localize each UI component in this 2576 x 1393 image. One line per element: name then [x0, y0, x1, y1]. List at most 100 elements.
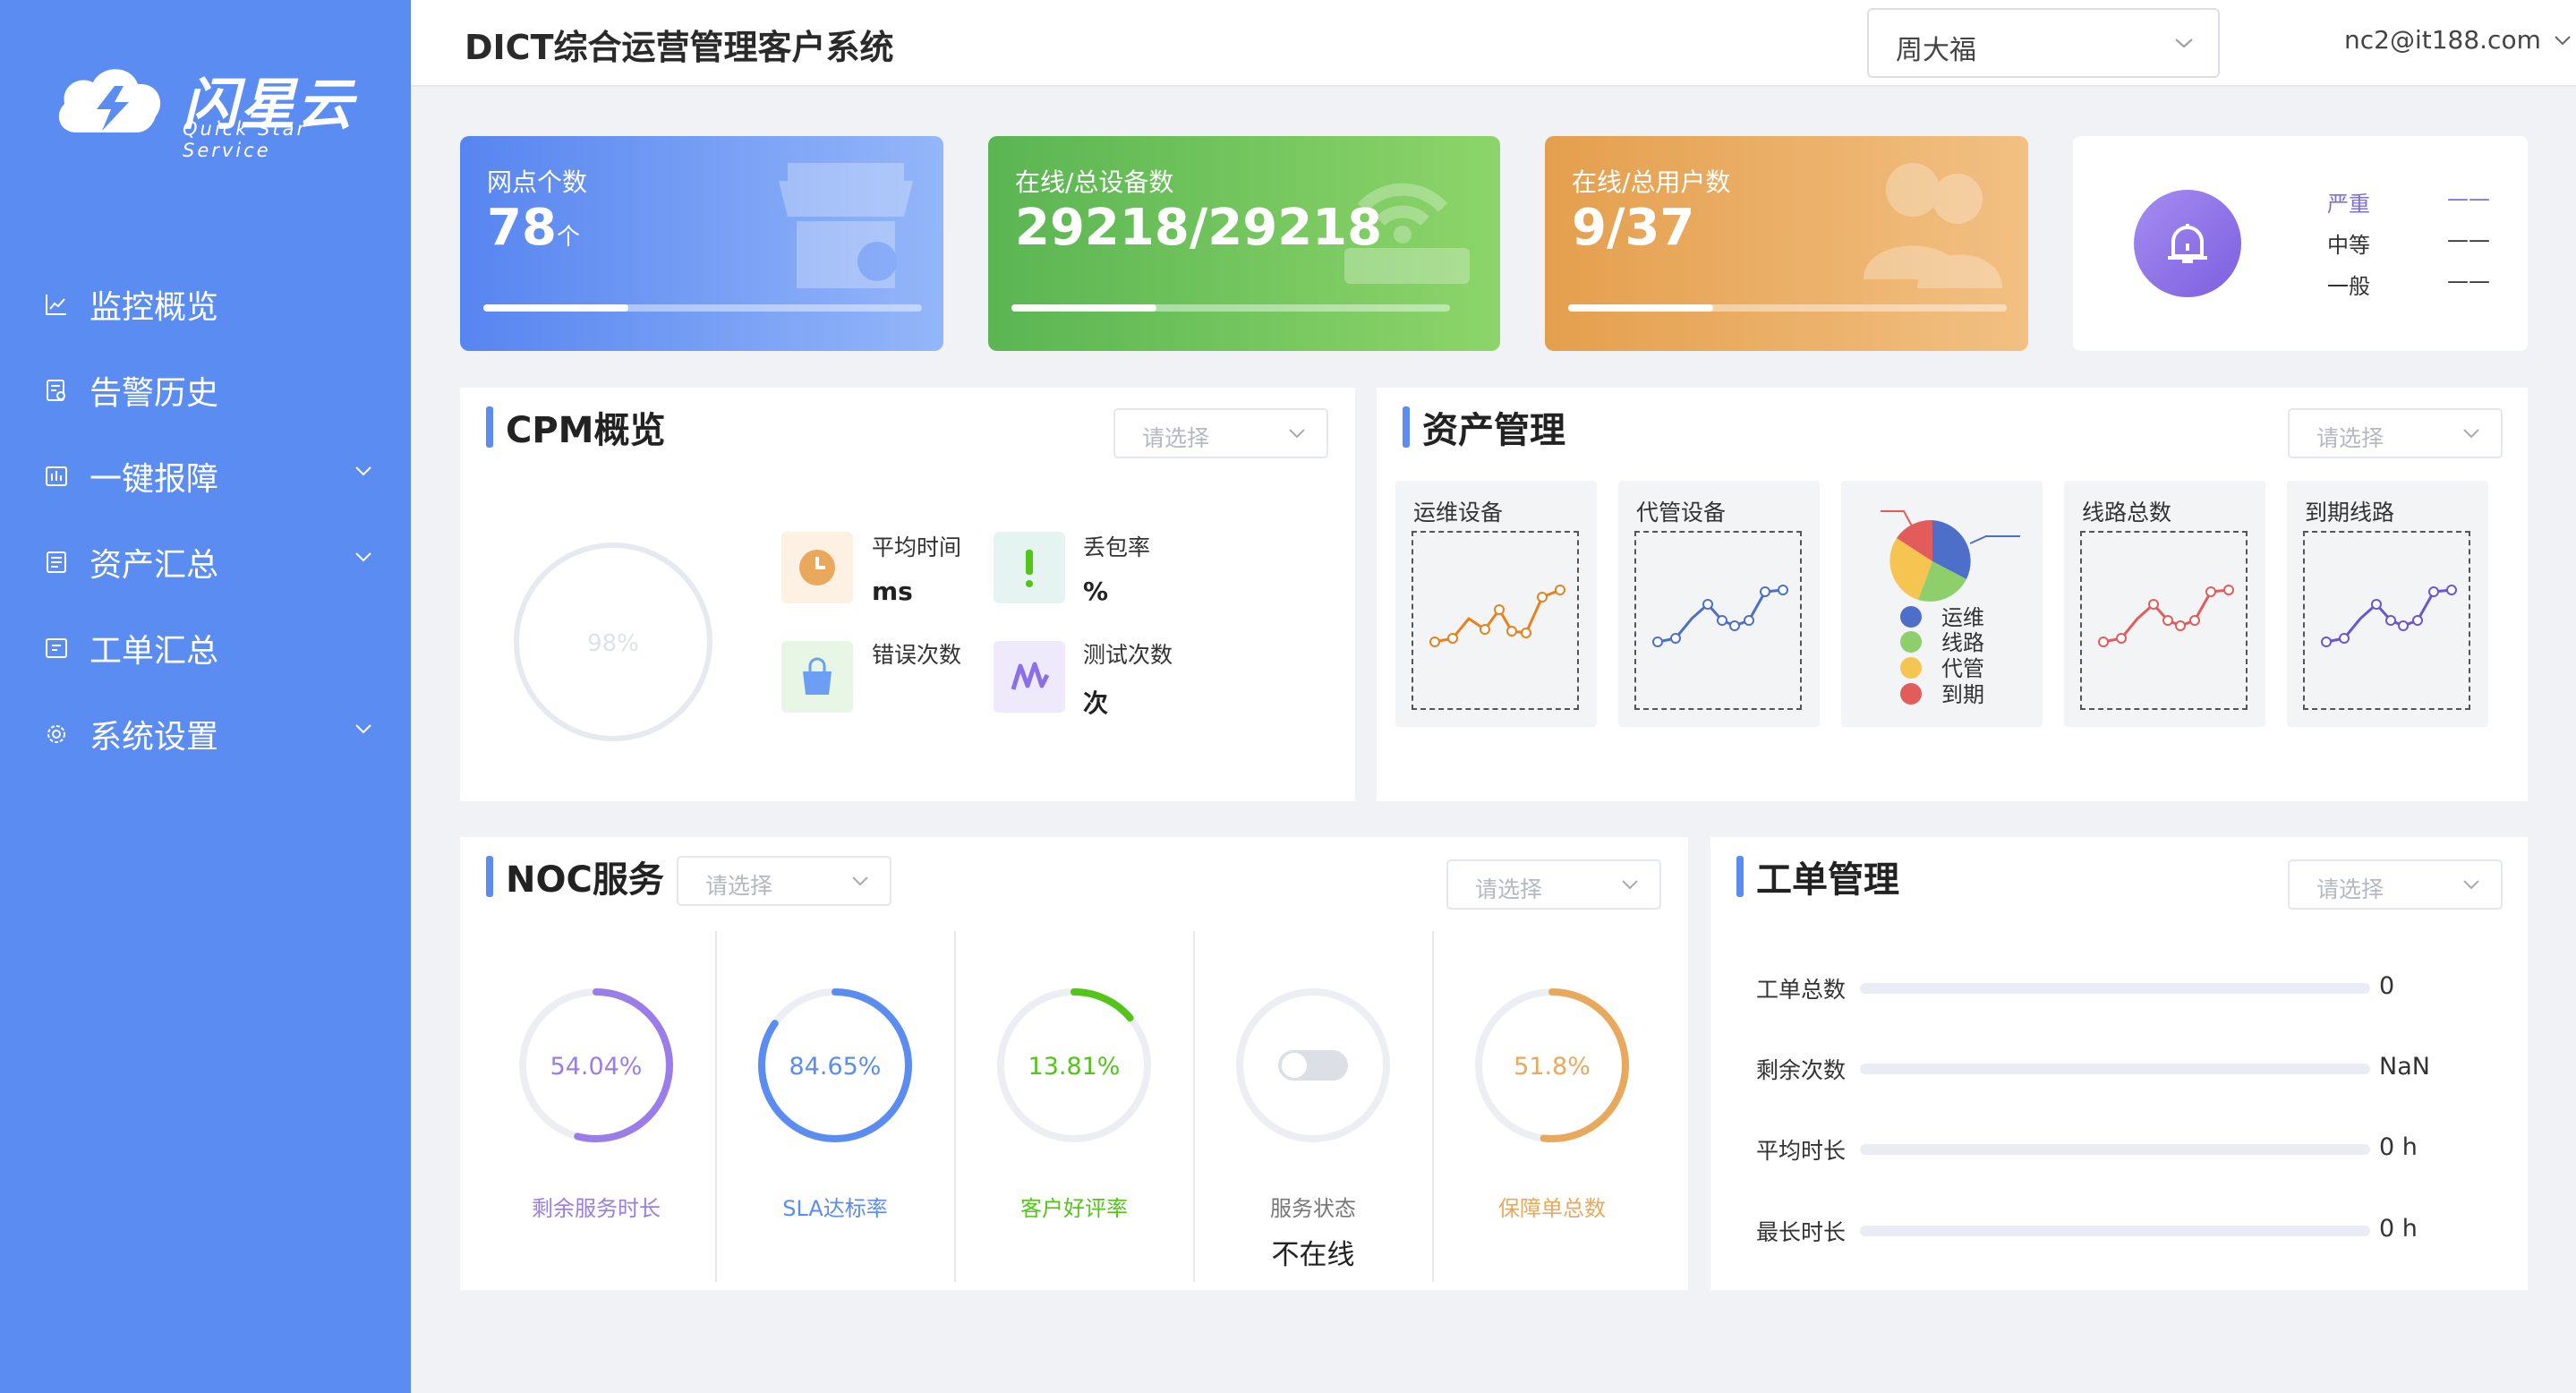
- metric-value: 次: [1083, 688, 1109, 718]
- legend-swatch: [1900, 631, 1922, 653]
- cloud-logo-icon: [58, 69, 161, 132]
- gauge-label: 客户好评率: [1020, 1196, 1128, 1221]
- metric-label: 丢包率: [1083, 534, 1151, 560]
- noc-service-status: 服务状态 不在线: [1194, 931, 1432, 1282]
- zigzag-icon: [994, 641, 1065, 713]
- sidebar-item-asset-summary[interactable]: 资产汇总: [0, 531, 411, 594]
- title-accent: [1403, 406, 1410, 448]
- chevron-down-icon: [2555, 35, 2571, 45]
- alarm-level-label: 一般: [2327, 274, 2370, 299]
- workorder-value: 0 h: [2379, 1215, 2418, 1243]
- asset-box-label: 线路总数: [2082, 500, 2172, 526]
- sidebar-item-ticket-summary[interactable]: 工单汇总: [0, 617, 411, 679]
- alarm-level-value: ——: [2447, 186, 2490, 211]
- cpm-ring: 98%: [514, 543, 712, 741]
- stat-label: 在线/总设备数: [1015, 167, 1174, 197]
- user-menu[interactable]: nc2@it188.com: [2344, 25, 2572, 55]
- asset-box-total-lines: 线路总数: [2064, 481, 2265, 727]
- legend-label: 运维: [1941, 605, 1984, 630]
- stat-card-users: 在线/总用户数 9/37: [1545, 136, 2028, 351]
- noc-gauge-tickets: 51.8% 保障单总数: [1433, 931, 1671, 1282]
- sidebar-item-label: 资产汇总: [90, 547, 219, 584]
- sparkline-frame: [2303, 531, 2470, 710]
- gauge-value: 51.8%: [1514, 1053, 1591, 1081]
- title-accent: [1736, 856, 1744, 897]
- gauge: 13.81%: [997, 988, 1151, 1142]
- report-icon: [43, 463, 70, 490]
- document-icon: [43, 377, 70, 404]
- store-select[interactable]: 周大福: [1867, 8, 2220, 78]
- header: DICT综合运营管理客户系统 周大福 nc2@it188.com: [411, 0, 2576, 87]
- sidebar-item-report-fault[interactable]: 一键报障: [0, 445, 411, 508]
- noc-title: NOC服务: [486, 850, 664, 902]
- asset-box-pie: 运维 线路 代管 到期: [1841, 481, 2043, 727]
- workorder-select[interactable]: 请选择: [2288, 859, 2503, 910]
- workorder-track: [1860, 1144, 2370, 1155]
- stat-label: 网点个数: [487, 167, 588, 197]
- metric-label: 错误次数: [872, 642, 962, 668]
- select-placeholder: 请选择: [1142, 425, 1210, 451]
- section-title-text: 工单管理: [1756, 859, 1899, 901]
- legend-label: 到期: [1941, 682, 1984, 707]
- gear-icon: [43, 721, 70, 748]
- cpm-select[interactable]: 请选择: [1113, 408, 1328, 458]
- gauge-label: 保障单总数: [1498, 1196, 1606, 1221]
- gauge-label: SLA达标率: [782, 1196, 888, 1221]
- sparkline-frame: [1634, 531, 1802, 710]
- workorder-value: 0 h: [2379, 1133, 2418, 1161]
- select-placeholder: 请选择: [2316, 876, 2384, 902]
- legend-swatch: [1900, 683, 1922, 705]
- alarm-level-label: 中等: [2327, 233, 2370, 258]
- chevron-down-icon: [1622, 880, 1638, 890]
- workorder-track: [1860, 1226, 2370, 1236]
- gauge: 54.04%: [519, 988, 673, 1142]
- sidebar-item-label: 一键报障: [90, 461, 219, 498]
- stat-card-sites: 网点个数 78个: [460, 136, 943, 351]
- sidebar: 闪星云 Quick Star Service 监控概览 告警历史 一键报障 资产…: [0, 0, 411, 1393]
- exclamation-icon: [994, 532, 1065, 603]
- progress-fill: [1568, 304, 1713, 312]
- asset-box-label: 代管设备: [1636, 500, 1727, 526]
- sparkline: [2098, 585, 2234, 647]
- legend-swatch: [1900, 606, 1922, 628]
- cpm-ring-value: 98%: [587, 630, 639, 657]
- store-icon: [779, 163, 913, 288]
- stat-value: 29218/29218: [1015, 199, 1383, 257]
- chevron-down-icon: [2463, 429, 2479, 439]
- ticket-icon: [43, 635, 70, 662]
- workorder-label: 工单总数: [1756, 977, 1847, 1003]
- noc-select-2[interactable]: 请选择: [1446, 859, 1661, 910]
- section-title-text: 资产管理: [1422, 410, 1565, 451]
- chevron-down-icon: [2175, 38, 2193, 48]
- clock-icon: [781, 532, 853, 603]
- gauge-label: 剩余服务时长: [532, 1196, 661, 1221]
- cpm-title: CPM概览: [486, 401, 665, 453]
- progress-fill: [1011, 304, 1156, 312]
- progress-bar: [1011, 304, 1450, 312]
- chevron-down-icon: [355, 724, 371, 734]
- chevron-down-icon: [2463, 880, 2479, 890]
- alarm-card: 严重 —— 中等 —— 一般 ——: [2073, 136, 2528, 351]
- list-icon: [43, 549, 70, 576]
- workorder-title: 工单管理: [1736, 850, 1899, 902]
- metric-label: 测试次数: [1083, 642, 1173, 668]
- noc-gauge-remaining-time: 54.04% 剩余服务时长: [477, 931, 715, 1282]
- chevron-down-icon: [852, 876, 868, 886]
- line-chart-icon: [43, 291, 70, 318]
- asset-select[interactable]: 请选择: [2288, 408, 2503, 458]
- sidebar-item-alarm-history[interactable]: 告警历史: [0, 359, 411, 422]
- alarm-level-value: ——: [2447, 227, 2490, 252]
- stat-value: 78个: [487, 199, 580, 257]
- legend-swatch: [1900, 657, 1922, 679]
- sidebar-item-monitor-overview[interactable]: 监控概览: [0, 273, 411, 336]
- gauge: 84.65%: [758, 988, 912, 1142]
- gauge-label: 服务状态: [1270, 1196, 1356, 1221]
- asset-pie-chart: 运维 线路 代管 到期: [1881, 510, 2020, 707]
- workorder-track: [1860, 983, 2370, 994]
- asset-box-label: 运维设备: [1413, 500, 1504, 526]
- workorder-label: 剩余次数: [1756, 1057, 1847, 1083]
- title-accent: [486, 856, 493, 897]
- sidebar-item-system-settings[interactable]: 系统设置: [0, 703, 411, 765]
- progress-bar: [1568, 304, 2007, 312]
- noc-select-1[interactable]: 请选择: [677, 856, 891, 906]
